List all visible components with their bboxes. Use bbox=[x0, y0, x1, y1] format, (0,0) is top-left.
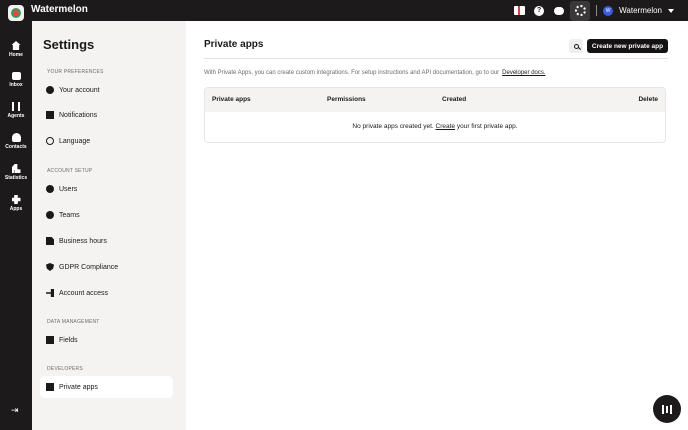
brand-name: Watermelon bbox=[31, 4, 88, 15]
account-avatar[interactable]: W bbox=[603, 5, 614, 16]
settings-item-label: Teams bbox=[59, 211, 80, 219]
nav-label: Agents bbox=[7, 113, 25, 119]
settings-item-teams[interactable]: Teams bbox=[40, 204, 173, 226]
shield-icon bbox=[46, 263, 54, 271]
developer-docs-link[interactable]: Developer docs. bbox=[502, 70, 545, 76]
settings-item-label: Users bbox=[59, 185, 78, 193]
main-content: Private apps Create new private app With… bbox=[186, 21, 688, 430]
chat-widget-button[interactable] bbox=[653, 395, 681, 423]
column-header-created: Created bbox=[442, 96, 467, 103]
settings-item-label: Account access bbox=[59, 289, 109, 297]
description: With Private Apps, you can create custom… bbox=[204, 70, 546, 76]
nav-inbox[interactable]: Inbox bbox=[0, 72, 32, 88]
account-name[interactable]: Watermelon bbox=[619, 6, 662, 15]
nav-statistics[interactable]: Statistics bbox=[0, 164, 32, 181]
column-header-permissions: Permissions bbox=[327, 96, 366, 103]
empty-text-suffix: your first private app. bbox=[456, 123, 518, 130]
column-header-private-apps: Private apps bbox=[212, 96, 251, 103]
create-link[interactable]: Create bbox=[436, 123, 456, 130]
table-header: Private apps Permissions Created Delete bbox=[205, 88, 665, 112]
settings-item-private-apps[interactable]: Private apps bbox=[40, 376, 173, 398]
settings-item-users[interactable]: Users bbox=[40, 178, 173, 200]
settings-item-label: Language bbox=[59, 137, 91, 145]
settings-item-language[interactable]: Language bbox=[40, 130, 173, 152]
settings-item-fields[interactable]: Fields bbox=[40, 329, 173, 351]
user-icon bbox=[46, 185, 54, 193]
page-title: Private apps bbox=[204, 39, 264, 50]
chat-icon[interactable] bbox=[549, 0, 569, 21]
settings-sidebar: Settings YOUR PREFERENCES Your account N… bbox=[32, 21, 186, 430]
settings-item-label: GDPR Compliance bbox=[59, 263, 119, 271]
settings-item-your-account[interactable]: Your account bbox=[40, 79, 173, 101]
key-icon bbox=[46, 289, 54, 297]
gear-icon[interactable] bbox=[570, 0, 591, 21]
code-icon bbox=[46, 383, 54, 391]
fields-icon bbox=[46, 336, 54, 344]
main-nav: Home Inbox Agents Contacts Statistics Ap… bbox=[0, 21, 32, 430]
user-circle-icon bbox=[46, 86, 54, 94]
empty-text: No private apps created yet. bbox=[352, 123, 434, 130]
private-apps-table: Private apps Permissions Created Delete … bbox=[204, 87, 666, 143]
nav-label: Apps bbox=[9, 206, 23, 212]
team-icon bbox=[46, 211, 54, 219]
expand-sidebar-icon[interactable]: ⇥ bbox=[11, 405, 19, 416]
settings-item-label: Notifications bbox=[59, 111, 98, 119]
home-icon bbox=[11, 41, 21, 50]
settings-title: Settings bbox=[43, 37, 95, 52]
create-private-app-button[interactable]: Create new private app bbox=[587, 39, 668, 53]
globe-icon bbox=[46, 137, 54, 145]
top-bar: Watermelon ? W Watermelon bbox=[0, 0, 688, 21]
statistics-icon bbox=[11, 164, 21, 173]
nav-apps[interactable]: Apps bbox=[0, 195, 32, 212]
section-heading: YOUR PREFERENCES bbox=[47, 69, 104, 75]
nav-label: Statistics bbox=[4, 175, 28, 181]
settings-item-label: Your account bbox=[59, 86, 100, 94]
nav-contacts[interactable]: Contacts bbox=[0, 133, 32, 150]
gift-icon[interactable] bbox=[509, 0, 529, 21]
inbox-icon bbox=[11, 72, 21, 80]
help-icon[interactable]: ? bbox=[529, 0, 549, 21]
settings-item-business-hours[interactable]: Business hours bbox=[40, 230, 173, 252]
description-text: With Private Apps, you can create custom… bbox=[204, 70, 500, 76]
search-button[interactable] bbox=[569, 39, 583, 53]
nav-label: Contacts bbox=[5, 144, 27, 150]
document-icon bbox=[46, 237, 54, 245]
apps-icon bbox=[11, 195, 21, 204]
table-body: No private apps created yet. Create your… bbox=[205, 112, 665, 142]
settings-item-account-access[interactable]: Account access bbox=[40, 282, 173, 304]
section-heading: ACCOUNT SETUP bbox=[47, 168, 93, 174]
settings-item-label: Business hours bbox=[59, 237, 107, 245]
top-divider bbox=[596, 5, 598, 16]
nav-agents[interactable]: Agents bbox=[0, 102, 32, 119]
section-heading: DATA MANAGEMENT bbox=[47, 319, 100, 325]
column-header-delete: Delete bbox=[638, 96, 658, 103]
nav-label: Home bbox=[9, 52, 23, 58]
contacts-icon bbox=[11, 133, 21, 142]
nav-label: Inbox bbox=[9, 82, 23, 88]
settings-item-gdpr[interactable]: GDPR Compliance bbox=[40, 256, 173, 278]
settings-item-notifications[interactable]: Notifications bbox=[40, 104, 173, 126]
header-divider bbox=[204, 58, 668, 59]
settings-item-label: Fields bbox=[59, 336, 78, 344]
notification-icon bbox=[46, 111, 54, 119]
settings-item-label: Private apps bbox=[59, 383, 98, 391]
agents-icon bbox=[12, 102, 20, 111]
search-icon bbox=[573, 43, 579, 49]
nav-home[interactable]: Home bbox=[0, 41, 32, 58]
watermelon-logo[interactable] bbox=[8, 5, 24, 21]
audio-bars-icon bbox=[662, 404, 672, 414]
section-heading: DEVELOPERS bbox=[47, 366, 83, 372]
empty-state: No private apps created yet. Create your… bbox=[205, 123, 665, 130]
chevron-down-icon[interactable] bbox=[668, 8, 674, 13]
